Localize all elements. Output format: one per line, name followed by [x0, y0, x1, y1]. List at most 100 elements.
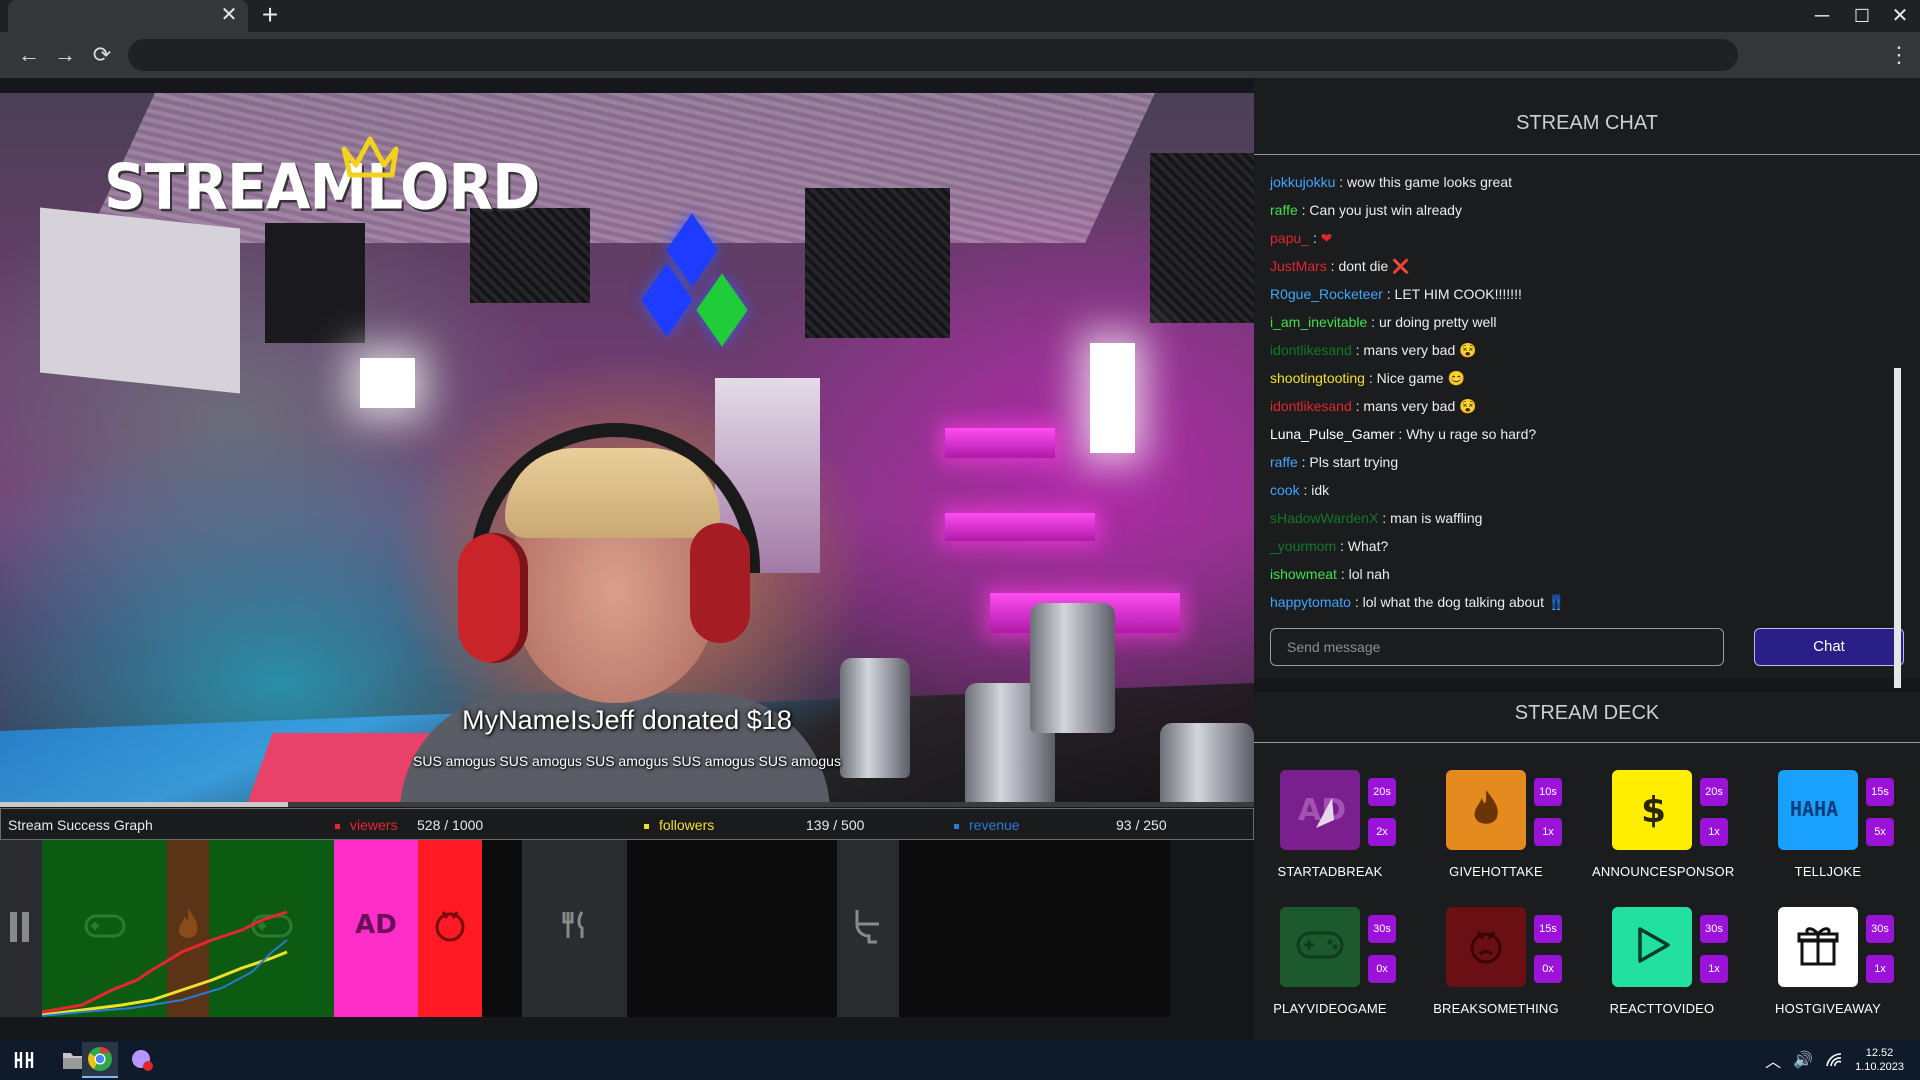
close-tab-icon[interactable]: ✕: [218, 4, 240, 26]
speaker-icon[interactable]: 🔊: [1793, 1050, 1813, 1070]
stream-progress-fill: [0, 802, 289, 807]
playvideogame-button[interactable]: [1280, 907, 1360, 987]
chat-message: papu_ : ❤: [1270, 228, 1890, 256]
chat-username[interactable]: idontlikesand: [1270, 342, 1352, 358]
ad-icon: AD: [1292, 780, 1348, 841]
neon-shelf: [945, 513, 1095, 541]
revenue-label: revenue: [969, 817, 1020, 833]
chat-text: : ur doing pretty well: [1367, 314, 1497, 330]
givehottake-button[interactable]: [1446, 770, 1526, 850]
light-softbox: [360, 358, 415, 408]
deck-action-givehottake[interactable]: 10s 1x GIVEHOTTAKE: [1426, 770, 1586, 900]
chat-username[interactable]: sHadowWardenX: [1270, 510, 1378, 526]
deck-duration-badge: 15s: [1866, 778, 1894, 806]
reacttovideo-button[interactable]: [1612, 907, 1692, 987]
system-clock[interactable]: 12.52 1.10.2023: [1855, 1046, 1904, 1074]
streamlord-logo: STREAMLORD: [104, 150, 540, 224]
fork-knife-icon: [562, 911, 584, 938]
startadbreak-button[interactable]: AD: [1280, 770, 1360, 850]
deck-duration-badge: 20s: [1368, 778, 1396, 806]
deck-count-badge: 1x: [1700, 955, 1728, 983]
announcesponsor-button[interactable]: $: [1612, 770, 1692, 850]
graph-title: Stream Success Graph: [8, 817, 153, 833]
os-taskbar: ︿ 🔊 12.52 1.10.2023: [0, 1040, 1920, 1080]
chat-username[interactable]: JustMars: [1270, 258, 1327, 274]
viewers-legend: viewers: [335, 817, 397, 833]
segment-eat: [522, 840, 627, 1017]
chat-message: JustMars : dont die ❌: [1270, 256, 1890, 284]
deck-action-hostgiveaway[interactable]: 30s 1x HOSTGIVEAWAY: [1758, 907, 1918, 1037]
deck-title: STREAM DECK: [1514, 702, 1660, 724]
send-message-input[interactable]: [1270, 628, 1724, 666]
chat-username[interactable]: jokkujokku: [1270, 174, 1335, 190]
chat-username[interactable]: shootingtooting: [1270, 370, 1365, 386]
chat-username[interactable]: Luna_Pulse_Gamer: [1270, 426, 1395, 442]
deck-action-announcesponsor[interactable]: $20s 1x ANNOUNCESPONSOR: [1592, 770, 1752, 900]
chat-username[interactable]: raffe: [1270, 454, 1298, 470]
maximize-button[interactable]: ☐: [1842, 2, 1882, 30]
gamepad-icon: [1292, 925, 1348, 970]
deck-action-breaksomething[interactable]: 15s 0x BREAKSOMETHING: [1426, 907, 1586, 1037]
chat-message: jokkujokku : wow this game looks great: [1270, 172, 1890, 200]
deck-action-playvideogame[interactable]: 30s 0x PLAYVIDEOGAME: [1260, 907, 1420, 1037]
dollar-icon: $: [1628, 784, 1676, 837]
stream-deck-panel: STREAM DECK AD 20s 2x STARTADBREAK 10s 1x GIVE…: [1254, 692, 1920, 1040]
start-menu-icon[interactable]: [4, 1044, 44, 1076]
chat-send-button[interactable]: Chat: [1754, 628, 1904, 666]
donation-title: MyNameIsJeff donated $18: [462, 705, 792, 735]
chat-username[interactable]: happytomato: [1270, 594, 1351, 610]
deck-count-badge: 2x: [1368, 818, 1396, 846]
followers-value: 139 / 500: [806, 817, 865, 833]
deck-action-label: TELLJOKE: [1794, 864, 1862, 879]
chat-emoji-icon: 😊: [1447, 370, 1465, 386]
chat-text: : Why u rage so hard?: [1394, 426, 1537, 442]
game-viewport: STREAMLORD MyNameIsJeff donated $18 SUS …: [0, 78, 1920, 1040]
chat-username[interactable]: papu_: [1270, 230, 1309, 246]
revenue-legend-marker: [954, 823, 959, 829]
wifi-icon[interactable]: [1825, 1052, 1843, 1068]
chat-username[interactable]: R0gue_Rocketeer: [1270, 286, 1383, 302]
browser-tab[interactable]: ✕: [8, 0, 248, 32]
ad-icon: AD: [355, 910, 397, 940]
clock-time: 12.52: [1865, 1047, 1894, 1059]
browser-tab-strip: ✕ + ─ ☐ ✕: [0, 0, 1920, 32]
telljoke-button[interactable]: HAHA: [1778, 770, 1858, 850]
chat-scrollbar[interactable]: [1894, 368, 1901, 688]
browser-menu-button[interactable]: ⋮: [1888, 40, 1910, 70]
chat-username[interactable]: ishowmeat: [1270, 566, 1337, 582]
followers-label: followers: [659, 817, 715, 833]
stream-chat-panel: STREAM CHAT jokkujokku : wow this game l…: [1254, 78, 1920, 678]
chat-username[interactable]: raffe: [1270, 202, 1298, 218]
back-button[interactable]: ←: [14, 40, 44, 70]
browser-app-icon[interactable]: [82, 1042, 118, 1078]
forward-button[interactable]: →: [50, 40, 80, 70]
chat-username[interactable]: cook: [1270, 482, 1300, 498]
chat-text: : Nice game: [1364, 370, 1448, 386]
address-bar[interactable]: [128, 39, 1738, 71]
chat-username[interactable]: i_am_inevitable: [1270, 314, 1367, 330]
reload-button[interactable]: ⟳: [87, 40, 117, 70]
deck-action-reacttovideo[interactable]: 30s 1x REACTTOVIDEO: [1592, 907, 1752, 1037]
breaksomething-button[interactable]: [1446, 907, 1526, 987]
chat-message: R0gue_Rocketeer : LET HIM COOK!!!!!!!: [1270, 284, 1890, 312]
deck-action-startadbreak[interactable]: AD 20s 2x STARTADBREAK: [1260, 770, 1420, 900]
chat-text: : lol nah: [1336, 566, 1390, 582]
deck-action-telljoke[interactable]: HAHA 15s 5x TELLJOKE: [1758, 770, 1918, 900]
poster: [40, 207, 240, 394]
chat-username[interactable]: idontlikesand: [1270, 398, 1352, 414]
revenue-legend: revenue: [954, 817, 1020, 833]
chat-message: raffe : Can you just win already: [1270, 200, 1890, 228]
pause-icon[interactable]: [0, 840, 42, 1017]
minimize-button[interactable]: ─: [1802, 2, 1842, 30]
revenue-value: 93 / 250: [1116, 817, 1167, 833]
chat-app-icon[interactable]: [122, 1044, 162, 1076]
hostgiveaway-button[interactable]: [1778, 907, 1858, 987]
new-tab-button[interactable]: +: [256, 1, 284, 30]
stream-video: STREAMLORD MyNameIsJeff donated $18 SUS …: [0, 93, 1254, 803]
chevron-up-icon[interactable]: ︿: [1765, 1048, 1781, 1072]
chat-text: : LET HIM COOK!!!!!!!: [1382, 286, 1522, 302]
stream-success-graph-header: Stream Success Graph viewers 528 / 1000 …: [0, 808, 1254, 840]
close-window-button[interactable]: ✕: [1880, 2, 1920, 30]
chat-message: _yourmom : What?: [1270, 536, 1890, 564]
chat-username[interactable]: _yourmom: [1270, 538, 1336, 554]
